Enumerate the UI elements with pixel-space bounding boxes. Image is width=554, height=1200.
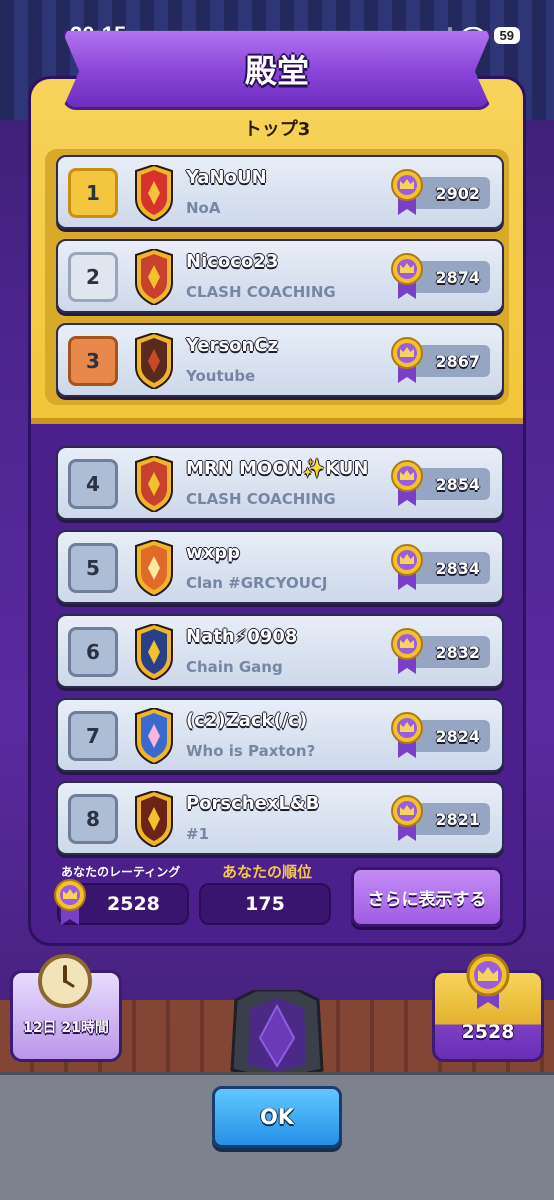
crown-medal-icon (391, 253, 423, 299)
leaderboard-row[interactable]: 6 Nath⚡0908 Chain Gang 2832 (56, 614, 504, 688)
clan-name: Youtube (186, 367, 256, 385)
clan-badge-icon (135, 333, 173, 389)
clan-badge-icon (135, 456, 173, 512)
rank-number: 5 (68, 543, 118, 593)
rank-number: 3 (68, 336, 118, 386)
player-name: Nicoco23 (186, 251, 279, 272)
your-rating-value: 2528 (107, 893, 160, 915)
season-trophy-card[interactable]: 2528 (432, 953, 544, 1062)
player-name: YersonCz (186, 335, 279, 356)
rank-number: 1 (68, 168, 118, 218)
your-rating-box: 2528 (54, 879, 189, 925)
leaderboard-row[interactable]: 3 YersonCz Youtube 2867 (56, 323, 504, 397)
clan-name: CLASH COACHING (186, 283, 336, 301)
clan-name: CLASH COACHING (186, 490, 336, 508)
player-name: (c2)Zack(/c) (186, 710, 308, 731)
crown-medal-icon (391, 337, 423, 383)
crown-medal-icon (466, 953, 510, 1009)
crown-medal-icon (391, 544, 423, 590)
player-name: wxpp (186, 542, 241, 563)
clan-badge-icon (135, 540, 173, 596)
rank-number: 6 (68, 627, 118, 677)
your-rank-label: あなたの順位 (221, 863, 312, 881)
clan-badge-icon (135, 249, 173, 305)
clan-name: Chain Gang (186, 658, 283, 676)
leaderboard-row[interactable]: 2 Nicoco23 CLASH COACHING 2874 (56, 239, 504, 313)
player-name: MRN MOON✨KUN (186, 458, 369, 479)
player-name: YaNoUN (186, 167, 267, 188)
rank-number: 8 (68, 794, 118, 844)
crown-medal-icon (391, 460, 423, 506)
clan-name: #1 (186, 825, 210, 843)
player-name: PorschexL&B (186, 793, 320, 814)
top3-title: トップ3 (243, 119, 311, 140)
crown-medal-icon (391, 795, 423, 841)
title-ribbon: 殿堂 (62, 30, 492, 110)
your-rank-value: 175 (199, 883, 331, 925)
clan-name: Who is Paxton? (186, 742, 316, 760)
clan-badge-icon (135, 165, 173, 221)
rank-number: 7 (68, 711, 118, 761)
leaderboard-row[interactable]: 8 PorschexL&B #1 2821 (56, 781, 504, 855)
ok-button[interactable]: OK (212, 1086, 342, 1148)
your-stats-row: あなたのレーティング 2528 あなたの順位 175 さらに表示する (31, 859, 523, 929)
leaderboard-row[interactable]: 7 (c2)Zack(/c) Who is Paxton? 2824 (56, 698, 504, 772)
battery-indicator: 59 (493, 26, 520, 44)
hall-of-fame-panel: トップ3 1 YaNoUN NoA 2902 2 Nicoco23 CLASH COACHI… (28, 76, 526, 946)
crown-medal-icon (391, 169, 423, 215)
crown-medal-icon (391, 628, 423, 674)
leaderboard-row[interactable]: 1 YaNoUN NoA 2902 (56, 155, 504, 229)
crown-medal-icon (54, 879, 86, 925)
clan-name: Clan #GRCYOUCJ (186, 574, 328, 592)
crown-medal-icon (391, 712, 423, 758)
arena-gem-icon (230, 990, 324, 1080)
player-name: Nath⚡0908 (186, 626, 298, 647)
season-trophy-value: 2528 (461, 1021, 515, 1043)
page-title: 殿堂 (244, 52, 309, 90)
clock-icon (38, 954, 92, 1008)
show-more-button[interactable]: さらに表示する (351, 867, 503, 927)
rank-number: 2 (68, 252, 118, 302)
clan-badge-icon (135, 708, 173, 764)
leaderboard-row[interactable]: 5 wxpp Clan #GRCYOUCJ 2834 (56, 530, 504, 604)
clan-name: NoA (186, 199, 221, 217)
clan-badge-icon (135, 624, 173, 680)
rank-number: 4 (68, 459, 118, 509)
clan-badge-icon (135, 791, 173, 847)
season-timer-text: 12日 21時間 (23, 1020, 109, 1036)
leaderboard-row[interactable]: 4 MRN MOON✨KUN CLASH COACHING 2854 (56, 446, 504, 520)
